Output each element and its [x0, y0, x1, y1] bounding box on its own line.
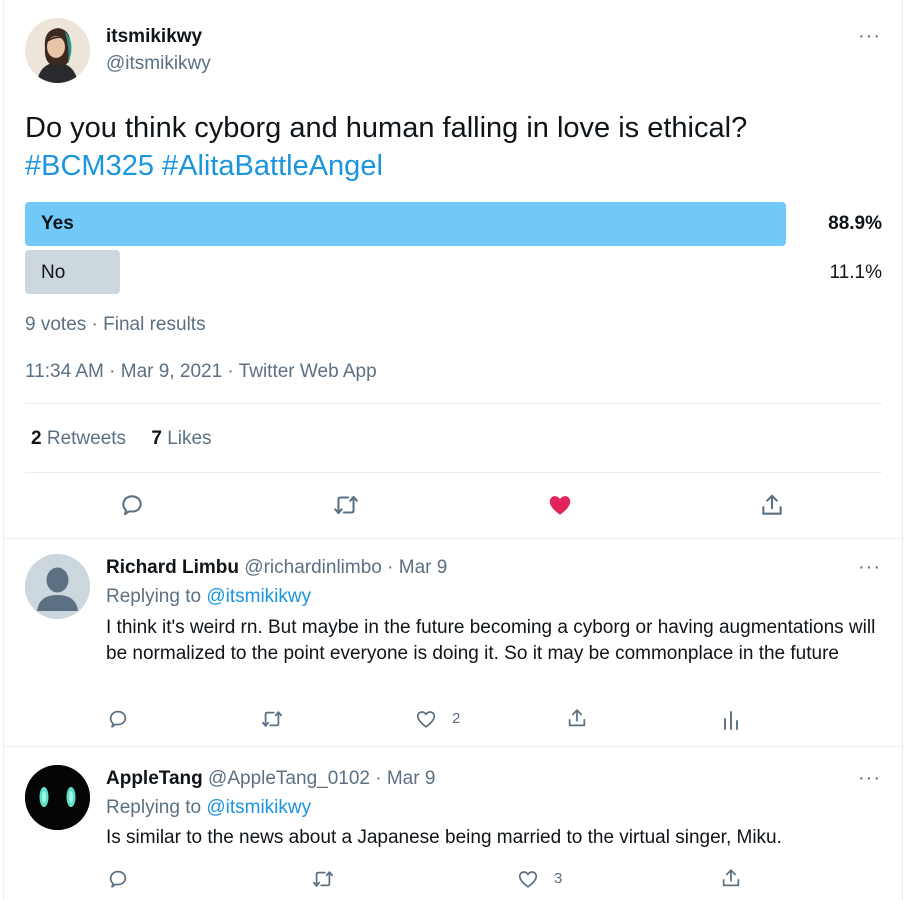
retweets-stat[interactable]: 2 Retweets: [31, 428, 131, 449]
more-options-icon[interactable]: ···: [858, 26, 881, 46]
retweet-icon[interactable]: [258, 706, 286, 732]
poll-bar-no: [25, 250, 120, 294]
avatar-eyes-icon: [25, 765, 90, 830]
tweet-stats: 2 Retweets 7 Likes: [31, 428, 212, 450]
reply-author-name[interactable]: Richard Limbu: [106, 557, 239, 578]
replying-to-handle[interactable]: @itsmikikwy: [206, 586, 311, 607]
reply-meta[interactable]: @richardinlimbo · Mar 9: [244, 557, 447, 578]
reply-header: AppleTang @AppleTang_0102 · Mar 9: [106, 768, 435, 790]
like-count: 2: [452, 710, 461, 727]
retweet-icon[interactable]: [309, 866, 337, 892]
replying-to: Replying to @itsmikikwy: [106, 586, 311, 608]
default-profile-icon: [25, 554, 90, 619]
author-avatar[interactable]: [25, 18, 90, 83]
replying-to: Replying to @itsmikikwy: [106, 797, 311, 819]
poll-bar-yes: [25, 202, 786, 246]
replying-to-handle[interactable]: @itsmikikwy: [206, 797, 311, 818]
poll-option-no-label: No: [41, 262, 66, 283]
reply-header: Richard Limbu @richardinlimbo · Mar 9: [106, 557, 447, 579]
like-icon-filled[interactable]: [543, 489, 577, 521]
like-icon[interactable]: [412, 706, 440, 732]
divider: [4, 538, 904, 539]
divider: [25, 403, 882, 404]
reply-icon[interactable]: [105, 706, 131, 732]
poll-summary: 9 votes · Final results: [25, 314, 206, 335]
share-icon[interactable]: [756, 489, 788, 521]
retweet-icon[interactable]: [329, 489, 363, 521]
likes-stat[interactable]: 7 Likes: [151, 428, 211, 449]
likes-count: 7: [151, 428, 162, 449]
reply-text: Is similar to the news about a Japanese …: [106, 827, 782, 848]
reply-avatar[interactable]: [25, 554, 90, 619]
likes-label: Likes: [167, 428, 212, 449]
more-options-icon[interactable]: ···: [858, 768, 881, 788]
replying-to-prefix: Replying to: [106, 797, 202, 818]
analytics-icon[interactable]: [719, 706, 743, 732]
divider: [25, 472, 882, 473]
poll-option-yes-label: Yes: [41, 213, 74, 234]
reply-meta[interactable]: @AppleTang_0102 · Mar 9: [208, 768, 435, 789]
retweets-count: 2: [31, 428, 42, 449]
more-options-icon[interactable]: ···: [858, 557, 881, 577]
replying-to-prefix: Replying to: [106, 586, 202, 607]
tweet-timestamp[interactable]: 11:34 AM · Mar 9, 2021 · Twitter Web App: [25, 361, 377, 383]
poll-option-no-percent: 11.1%: [829, 262, 882, 283]
avatar-photo-icon: [25, 18, 90, 83]
retweets-label: Retweets: [46, 428, 127, 449]
author-name[interactable]: itsmikikwy: [106, 26, 202, 48]
poll-option-yes-percent: 88.9%: [828, 213, 882, 234]
share-icon[interactable]: [718, 865, 744, 891]
divider: [4, 746, 904, 747]
reply-avatar[interactable]: [25, 765, 90, 830]
share-icon[interactable]: [564, 705, 590, 731]
tweet-text: Do you think cyborg and human falling in…: [25, 112, 748, 144]
tweet-hashtags[interactable]: #BCM325 #AlitaBattleAngel: [25, 148, 383, 184]
author-handle[interactable]: @itsmikikwy: [106, 53, 211, 75]
reply-author-name[interactable]: AppleTang: [106, 768, 203, 789]
like-icon[interactable]: [514, 866, 542, 892]
reply-text: I think it's weird rn. But maybe in the …: [106, 617, 876, 664]
reply-icon[interactable]: [116, 489, 148, 521]
like-count: 3: [554, 870, 563, 887]
reply-icon[interactable]: [105, 866, 131, 892]
